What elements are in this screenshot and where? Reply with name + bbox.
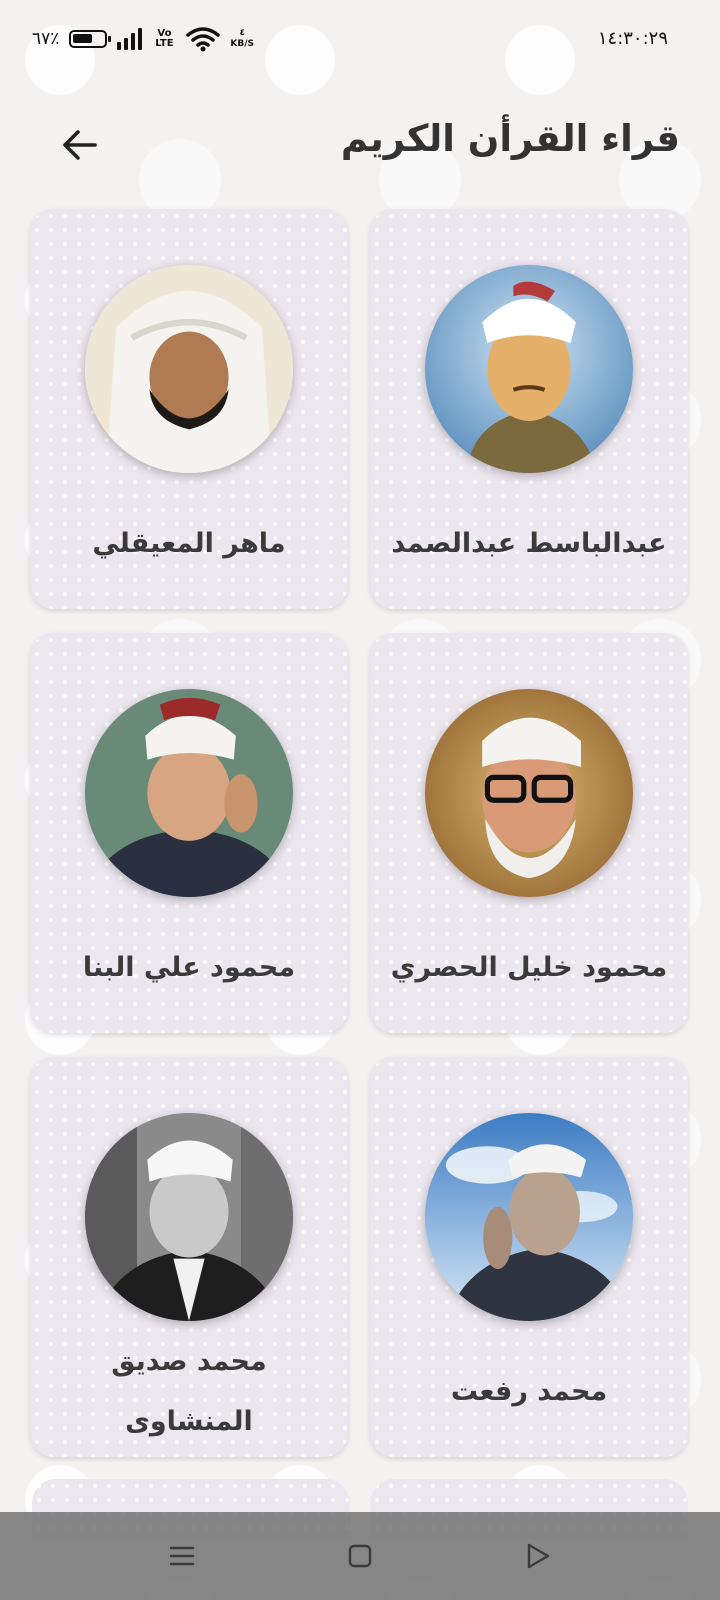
square-icon bbox=[348, 1544, 372, 1568]
back-button[interactable] bbox=[56, 121, 104, 169]
reciter-card[interactable]: محمود علي البنا bbox=[30, 633, 348, 1033]
reciter-portrait bbox=[425, 265, 633, 473]
reciter-name: عبدالباسط عبدالصمد bbox=[391, 528, 667, 559]
wifi-icon bbox=[186, 26, 221, 52]
battery-icon bbox=[69, 30, 112, 48]
portrait-image bbox=[85, 689, 293, 897]
reciter-card[interactable]: محمود خليل الحصري bbox=[370, 633, 688, 1033]
portrait-image bbox=[425, 265, 633, 473]
reciter-name: محمود علي البنا bbox=[82, 952, 296, 983]
status-bar: ٦٧٪ Vo LTE ٤ KB/S ١٤:٣٠:٢٩ bbox=[0, 0, 720, 82]
portrait-image bbox=[85, 265, 293, 473]
page-title: قراء القرأن الكريم bbox=[340, 117, 680, 160]
speed-unit: KB/S bbox=[230, 39, 255, 49]
reciter-portrait bbox=[425, 689, 633, 897]
network-type: Vo LTE bbox=[155, 28, 174, 49]
system-back-button[interactable] bbox=[516, 1534, 560, 1578]
speed-value: ٤ bbox=[239, 28, 245, 38]
reciters-grid: عبدالباسط عبدالصمد ماهر المعيقلي محمود خ… bbox=[30, 209, 688, 1457]
arrow-left-icon bbox=[63, 130, 97, 160]
reciter-portrait bbox=[425, 1113, 633, 1321]
reciter-name: محمد صديق المنشاوى bbox=[111, 1346, 267, 1437]
reciter-card[interactable]: محمد رفعت bbox=[370, 1057, 688, 1457]
reciter-card[interactable]: عبدالباسط عبدالصمد bbox=[370, 209, 688, 609]
reciter-portrait bbox=[85, 265, 293, 473]
system-navigation-bar bbox=[0, 1512, 720, 1600]
portrait-image bbox=[85, 1113, 293, 1321]
reciter-portrait bbox=[85, 689, 293, 897]
reciter-card[interactable]: محمد صديق المنشاوى bbox=[30, 1057, 348, 1457]
menu-icon bbox=[169, 1546, 195, 1566]
triangle-back-icon bbox=[527, 1543, 550, 1569]
reciter-card[interactable]: ماهر المعيقلي bbox=[30, 209, 348, 609]
portrait-image bbox=[425, 1113, 633, 1321]
signal-icon bbox=[117, 28, 143, 50]
reciter-portrait bbox=[85, 1113, 293, 1321]
battery-level bbox=[73, 34, 93, 43]
reciter-name: ماهر المعيقلي bbox=[92, 528, 286, 559]
reciter-name: محمد رفعت bbox=[450, 1376, 608, 1407]
status-time: ١٤:٣٠:٢٩ bbox=[597, 28, 668, 49]
battery-percent: ٦٧٪ bbox=[32, 29, 60, 49]
app-header: قراء القرأن الكريم bbox=[0, 105, 720, 185]
home-button[interactable] bbox=[338, 1534, 382, 1578]
network-speed: ٤ KB/S bbox=[230, 28, 254, 50]
status-indicators: ٦٧٪ Vo LTE ٤ KB/S bbox=[32, 26, 254, 52]
portrait-image bbox=[425, 689, 633, 897]
recent-apps-button[interactable] bbox=[160, 1534, 204, 1578]
reciter-name: محمود خليل الحصري bbox=[390, 952, 668, 983]
